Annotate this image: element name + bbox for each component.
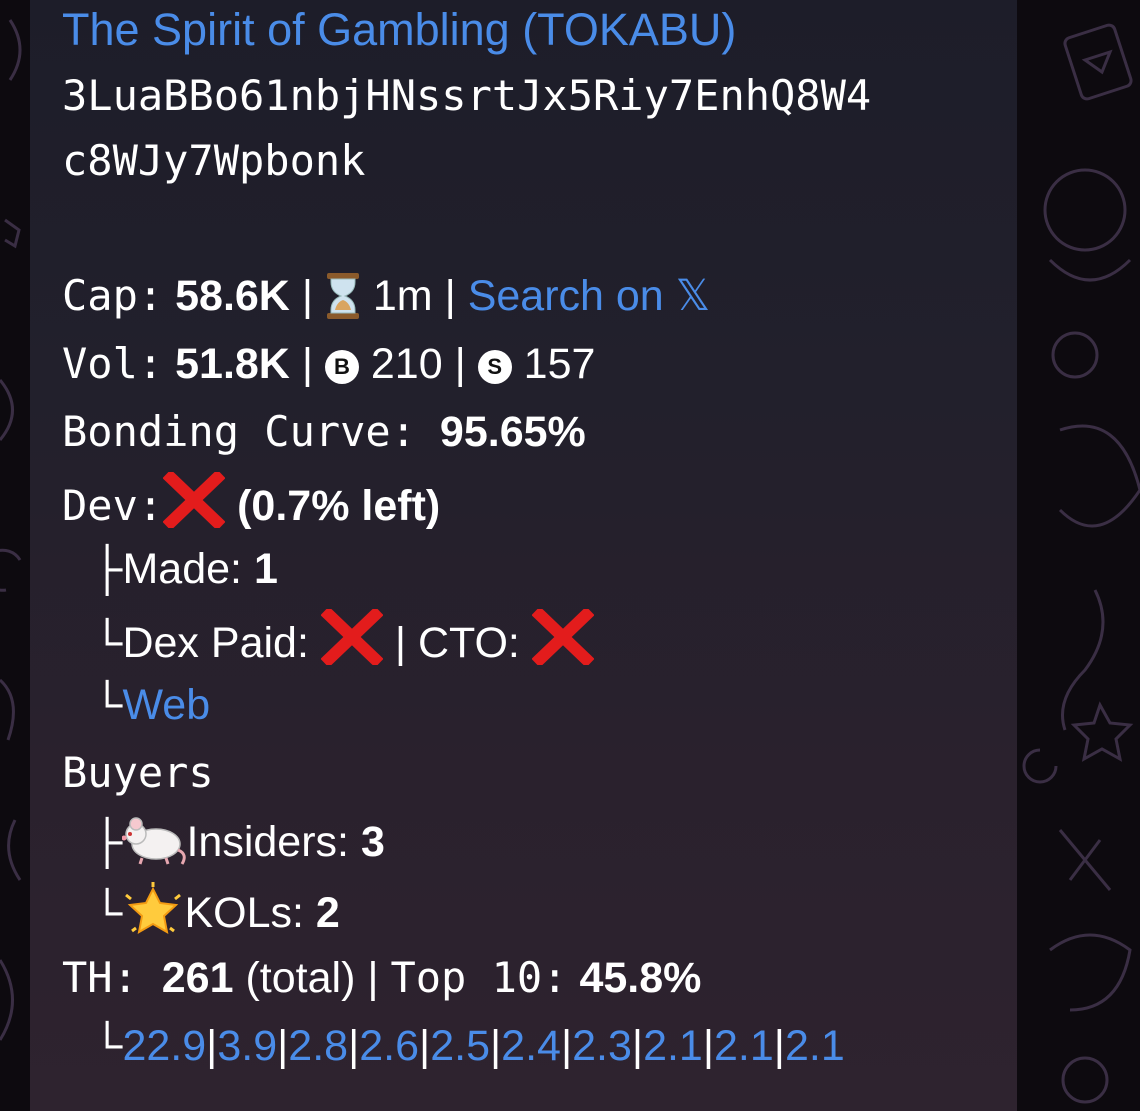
buys-badge-icon: B — [324, 350, 359, 384]
bonding-curve-value: 95.65% — [439, 408, 586, 456]
buyers-label: Buyers — [62, 748, 214, 797]
dev-left-value: (0.7% left) — [237, 482, 441, 530]
glowing-star-icon — [122, 881, 184, 951]
kols-row: └ KOLs: 2 — [62, 881, 340, 951]
th-label: TH: — [62, 953, 138, 1002]
separator: | — [367, 954, 379, 1002]
holder-percentage-link[interactable]: 2.8 — [288, 1022, 348, 1070]
insiders-value: 3 — [360, 818, 385, 866]
separator: | — [702, 1022, 715, 1070]
holder-percentage-link[interactable]: 3.9 — [217, 1022, 277, 1070]
rat-icon — [121, 814, 187, 880]
holder-percentage-link[interactable]: 22.9 — [122, 1022, 206, 1070]
kols-label: KOLs: — [184, 889, 304, 937]
message-bubble: The Spirit of Gambling (TOKABU) 3LuaBBo6… — [30, 0, 1017, 1111]
separator: | — [444, 272, 456, 320]
separator: | — [206, 1022, 218, 1070]
total-holders-value: 261 — [161, 954, 234, 1002]
vol-row: Vol: 51.8K | B 210 | S 157 — [62, 336, 595, 392]
token-title-link[interactable]: The Spirit of Gambling (TOKABU) — [62, 2, 736, 58]
separator: | — [348, 1022, 360, 1070]
age-value: 1m — [372, 272, 433, 320]
separator: | — [773, 1022, 785, 1070]
made-value: 1 — [253, 545, 278, 593]
token-address-line-2: c8WJy7Wpbonk — [62, 136, 366, 185]
hourglass-icon — [325, 272, 361, 334]
tree-branch: └ — [92, 681, 123, 729]
cross-mark-icon — [162, 469, 226, 542]
separator: | — [454, 340, 466, 388]
separator: | — [394, 619, 406, 667]
cross-mark-icon — [531, 606, 595, 679]
separator: | — [489, 1022, 502, 1070]
web-link[interactable]: Web — [122, 681, 210, 729]
top10-label: Top 10: — [390, 953, 568, 1002]
dev-label: Dev: — [62, 481, 164, 530]
holder-links: 22.9|3.9|2.8|2.6|2.5|2.4|2.3|2.1|2.1|2.1 — [122, 1022, 844, 1070]
vol-label: Vol: — [62, 339, 164, 388]
insiders-row: ├ Insiders: 3 — [62, 814, 385, 880]
dev-made-row: ├Made: 1 — [62, 541, 278, 597]
dex-paid-row: └Dex Paid: | CTO: — [62, 606, 595, 679]
holder-percentages-row: └22.9|3.9|2.8|2.6|2.5|2.4|2.3|2.1|2.1|2.… — [62, 1018, 845, 1074]
tree-branch: └ — [92, 619, 123, 667]
tree-branch: └ — [92, 889, 123, 937]
token-address-line-1: 3LuaBBo61nbjHNssrtJx5Riy7EnhQ8W4 — [62, 71, 872, 120]
separator: | — [631, 1022, 644, 1070]
total-suffix: (total) — [245, 954, 356, 1002]
tree-branch: ├ — [92, 545, 123, 593]
separator: | — [419, 1022, 431, 1070]
vol-value: 51.8K — [175, 340, 290, 388]
separator: | — [277, 1022, 289, 1070]
holder-percentage-link[interactable]: 2.6 — [359, 1022, 419, 1070]
holder-percentage-link[interactable]: 2.3 — [572, 1022, 632, 1070]
dev-row: Dev: (0.7% left) — [62, 469, 441, 542]
cap-row: Cap: 58.6K | 1m | Search on 𝕏 — [62, 268, 710, 334]
bonding-curve-label: Bonding Curve: — [62, 407, 417, 456]
top10-value: 45.8% — [579, 954, 702, 1002]
top-holders-row: TH: 261 (total) | Top 10: 45.8% — [62, 950, 701, 1006]
cross-mark-icon — [320, 606, 384, 679]
cto-label: CTO: — [417, 619, 520, 667]
sells-badge-icon: S — [477, 350, 512, 384]
holder-percentage-link[interactable]: 2.4 — [501, 1022, 561, 1070]
dex-paid-label: Dex Paid: — [122, 619, 309, 667]
insiders-label: Insiders: — [186, 818, 349, 866]
holder-percentage-link[interactable]: 2.1 — [643, 1022, 703, 1070]
search-on-x-link[interactable]: Search on 𝕏 — [468, 272, 711, 320]
holder-percentage-link[interactable]: 2.1 — [714, 1022, 774, 1070]
sells-count: 157 — [523, 340, 596, 388]
buys-count: 210 — [370, 340, 443, 388]
tree-branch: ├ — [92, 818, 123, 866]
kols-value: 2 — [315, 889, 340, 937]
cap-label: Cap: — [62, 271, 164, 320]
holder-percentage-link[interactable]: 2.5 — [430, 1022, 490, 1070]
bonding-curve-row: Bonding Curve: 95.65% — [62, 404, 586, 460]
cap-value: 58.6K — [175, 272, 290, 320]
separator: | — [560, 1022, 573, 1070]
made-label: Made: — [122, 545, 242, 593]
tree-branch: └ — [92, 1022, 123, 1070]
web-row: └Web — [62, 677, 210, 733]
separator: | — [301, 340, 313, 388]
holder-percentage-link[interactable]: 2.1 — [785, 1022, 845, 1070]
separator: | — [301, 272, 313, 320]
